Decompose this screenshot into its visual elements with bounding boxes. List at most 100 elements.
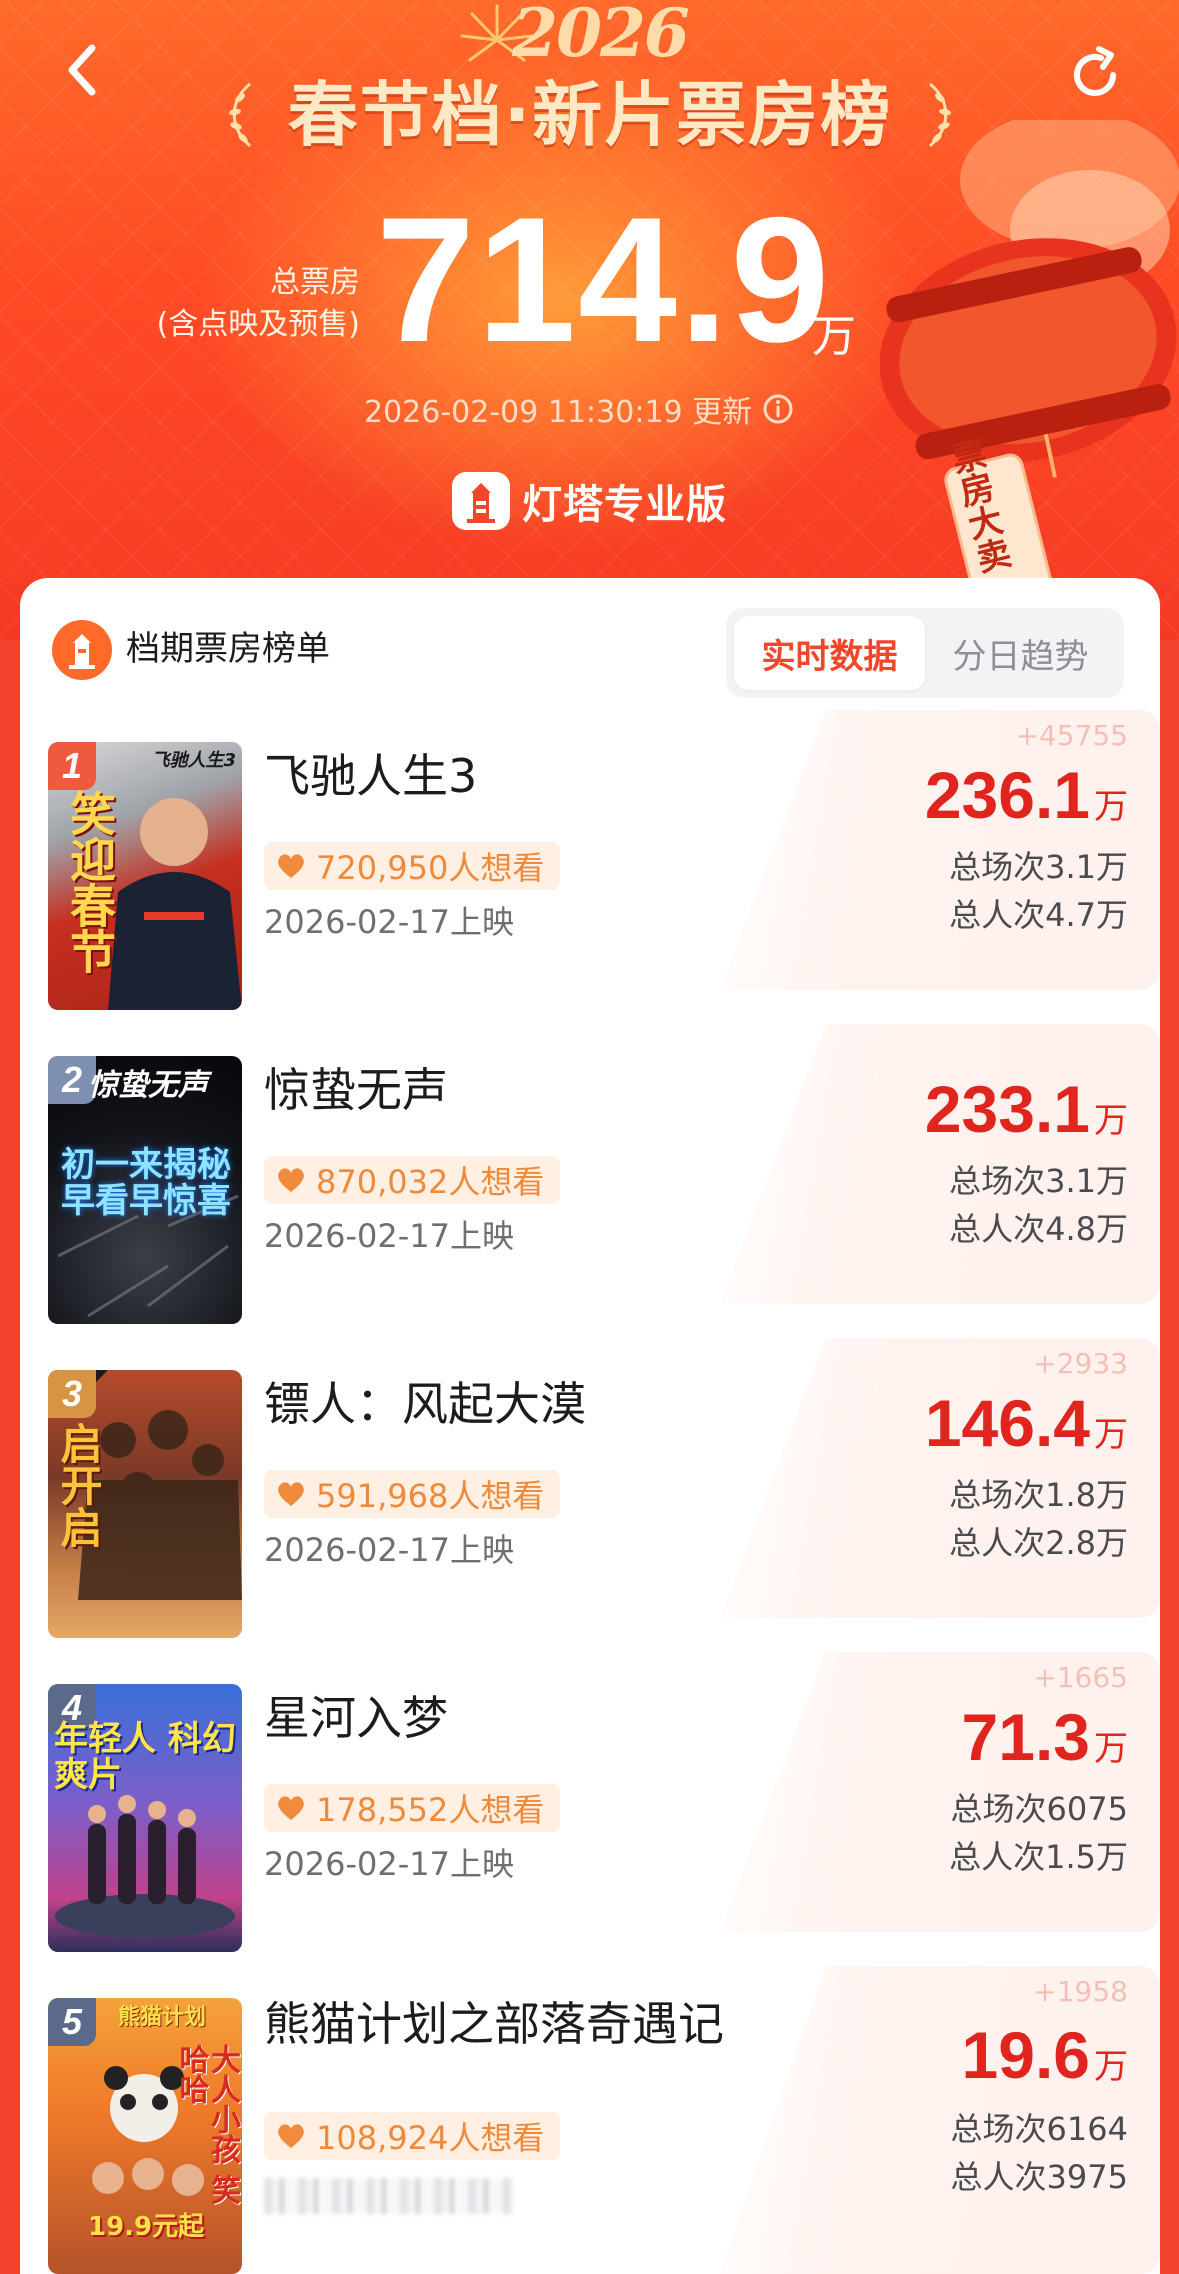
want-to-see-badge: 720,950人想看: [264, 842, 561, 890]
movie-poster[interactable]: 1 笑迎春节 飞驰人生3: [48, 742, 242, 1010]
heart-icon: [278, 1796, 304, 1820]
poster-price: 19.9元起: [88, 2212, 205, 2242]
title-row: 春节档·新片票房榜: [200, 70, 980, 160]
total-admissions: 总人次3975: [950, 2158, 1128, 2196]
box-office: 236.1 万: [925, 754, 1128, 836]
brand-name: 灯塔专业版: [522, 482, 727, 528]
movie-title: 飞驰人生3: [264, 749, 478, 803]
back-button[interactable]: [52, 40, 112, 100]
box-office-delta: +1958: [1033, 1975, 1128, 2008]
refresh-icon: [1074, 46, 1116, 96]
box-office-value: 233.1: [924, 1072, 1090, 1146]
want-to-see-count: 720,950人想看: [316, 849, 545, 887]
total-shows: 总场次6075: [950, 1790, 1128, 1828]
brand-badge: 灯塔专业版: [452, 470, 727, 532]
heart-icon: [278, 1168, 304, 1192]
total-admissions: 总人次4.8万: [949, 1210, 1128, 1248]
box-office-unit: 万: [1094, 787, 1128, 827]
heart-icon: [278, 2124, 304, 2148]
poster-caption: 飞驰人生3: [151, 750, 236, 771]
laurel-left-icon: [228, 82, 251, 148]
box-office-value: 236.1: [924, 758, 1090, 832]
total-admissions: 总人次2.8万: [949, 1524, 1128, 1562]
update-time-row: 2026-02-09 11:30:19 更新: [364, 388, 794, 430]
movie-title: 惊蛰无声: [264, 1063, 448, 1117]
poster-caption: 惊蛰无声: [88, 1068, 208, 1103]
movie-title: 熊猫计划之部落奇遇记: [264, 1997, 724, 2051]
poster-caption: 熊猫计划: [118, 2005, 207, 2030]
lantern-decoration: [880, 120, 1179, 620]
poster-slogan: 笑迎春节: [63, 790, 117, 974]
release-date: 2026-02-17上映: [264, 1531, 514, 1569]
total-label-line2: (含点映及预售): [156, 307, 360, 342]
box-office-value: 146.4: [924, 1386, 1090, 1460]
box-office: 19.6 万: [962, 2014, 1128, 2096]
list-item-movie-5[interactable]: 5 熊猫计划 大人小孩 笑哈哈 19.9元起 熊猫计划之部落奇遇记 108,92…: [20, 1966, 1160, 2274]
want-to-see-badge: 178,552人想看: [264, 1784, 561, 1832]
back-arrow-icon: [68, 44, 96, 96]
box-office-unit: 万: [1094, 2047, 1128, 2087]
total-unit: 万: [812, 311, 856, 362]
rank-badge: 1: [48, 742, 96, 790]
box-office-delta: +2933: [1033, 1347, 1128, 1380]
heart-icon: [278, 854, 304, 878]
box-office: 71.3 万: [962, 1696, 1128, 1778]
box-office-delta: +1665: [1033, 1661, 1128, 1694]
release-date: 2026-02-17上映: [264, 1217, 514, 1255]
want-to-see-count: 178,552人想看: [316, 1791, 545, 1829]
box-office: 233.1 万: [925, 1068, 1128, 1150]
total-shows: 总场次3.1万: [949, 1162, 1128, 1200]
poster-slogan: 初一来揭秘 早看早惊喜: [61, 1145, 231, 1221]
poster-slogan: 年轻人 科幻爽片: [54, 1719, 236, 1795]
want-to-see-count: 870,032人想看: [316, 1163, 545, 1201]
lighthouse-logo-icon: [452, 472, 510, 530]
want-to-see-badge: 870,032人想看: [264, 1156, 561, 1204]
ranking-card-header: 档期票房榜单 实时数据 分日趋势: [20, 578, 1160, 698]
movie-poster[interactable]: 2 惊蛰无声 初一来揭秘 早看早惊喜: [48, 1056, 242, 1324]
list-item-movie-4[interactable]: 4 年轻人 科幻爽片 星河入梦 178,552人想看 2026-02-17上映 …: [20, 1652, 1160, 1952]
release-date: 2026-02-17上映: [264, 1845, 514, 1883]
total-admissions: 总人次4.7万: [949, 896, 1128, 934]
box-office-unit: 万: [1094, 1101, 1128, 1141]
box-office-unit: 万: [1094, 1729, 1128, 1769]
box-office: 146.4 万: [925, 1382, 1128, 1464]
heart-icon: [278, 1482, 304, 1506]
refresh-button[interactable]: [1062, 42, 1128, 108]
list-item-movie-1[interactable]: 1 笑迎春节 飞驰人生3 飞驰人生3 720,950人想看 2026-02-17…: [20, 710, 1160, 1010]
box-office-delta: +45755: [1015, 719, 1128, 752]
box-office-unit: 万: [1094, 1415, 1128, 1455]
total-label-line1: 总票房: [270, 265, 360, 300]
want-to-see-badge: 591,968人想看: [264, 1470, 561, 1518]
lighthouse-icon: [52, 620, 112, 680]
box-office-value: 71.3: [961, 1700, 1090, 1774]
year-title: 2026: [512, 0, 690, 72]
want-to-see-count: 108,924人想看: [316, 2119, 545, 2157]
tab-realtime[interactable]: 实时数据: [734, 616, 925, 690]
rank-badge: 5: [48, 1998, 96, 2046]
movie-title: 镖人：风起大漠: [264, 1377, 586, 1431]
total-shows: 总场次1.8万: [949, 1476, 1128, 1514]
tab-bar: 实时数据 分日趋势: [726, 608, 1124, 698]
want-to-see-badge: 108,924人想看: [264, 2112, 561, 2160]
info-icon[interactable]: [762, 393, 794, 425]
poster-slogan: 启开启: [54, 1422, 103, 1548]
movie-poster[interactable]: 3 启开启: [48, 1370, 242, 1638]
total-label: 总票房 (含点映及预售): [150, 262, 360, 346]
release-date: 2026-02-17上映: [264, 903, 514, 941]
want-to-see-count: 591,968人想看: [316, 1477, 545, 1515]
page-title: 春节档·新片票房榜: [287, 74, 893, 156]
box-office-value: 19.6: [961, 2018, 1090, 2092]
total-shows: 总场次6164: [950, 2110, 1128, 2148]
movie-poster[interactable]: 5 熊猫计划 大人小孩 笑哈哈 19.9元起: [48, 1998, 242, 2274]
update-time: 2026-02-09 11:30:19 更新: [364, 395, 753, 430]
list-item-movie-2[interactable]: 2 惊蛰无声 初一来揭秘 早看早惊喜 惊蛰无声 870,032人想看 2026-…: [20, 1024, 1160, 1324]
section-title: 档期票房榜单: [126, 629, 330, 669]
rank-badge: 3: [48, 1370, 96, 1418]
total-admissions: 总人次1.5万: [949, 1838, 1128, 1876]
poster-slogan: 大人小孩 笑哈哈: [173, 2044, 241, 2205]
ranking-card: 档期票房榜单 实时数据 分日趋势 1 笑迎春节 飞驰人生3 飞驰人生3 720,…: [20, 578, 1160, 2274]
release-date-blurred: [264, 2178, 514, 2214]
tab-daily-trend[interactable]: 分日趋势: [925, 616, 1116, 690]
list-item-movie-3[interactable]: 3 启开启 镖人：风起大漠 591,968人想看 2026-02-17上映 +2…: [20, 1338, 1160, 1638]
movie-poster[interactable]: 4 年轻人 科幻爽片: [48, 1684, 242, 1952]
